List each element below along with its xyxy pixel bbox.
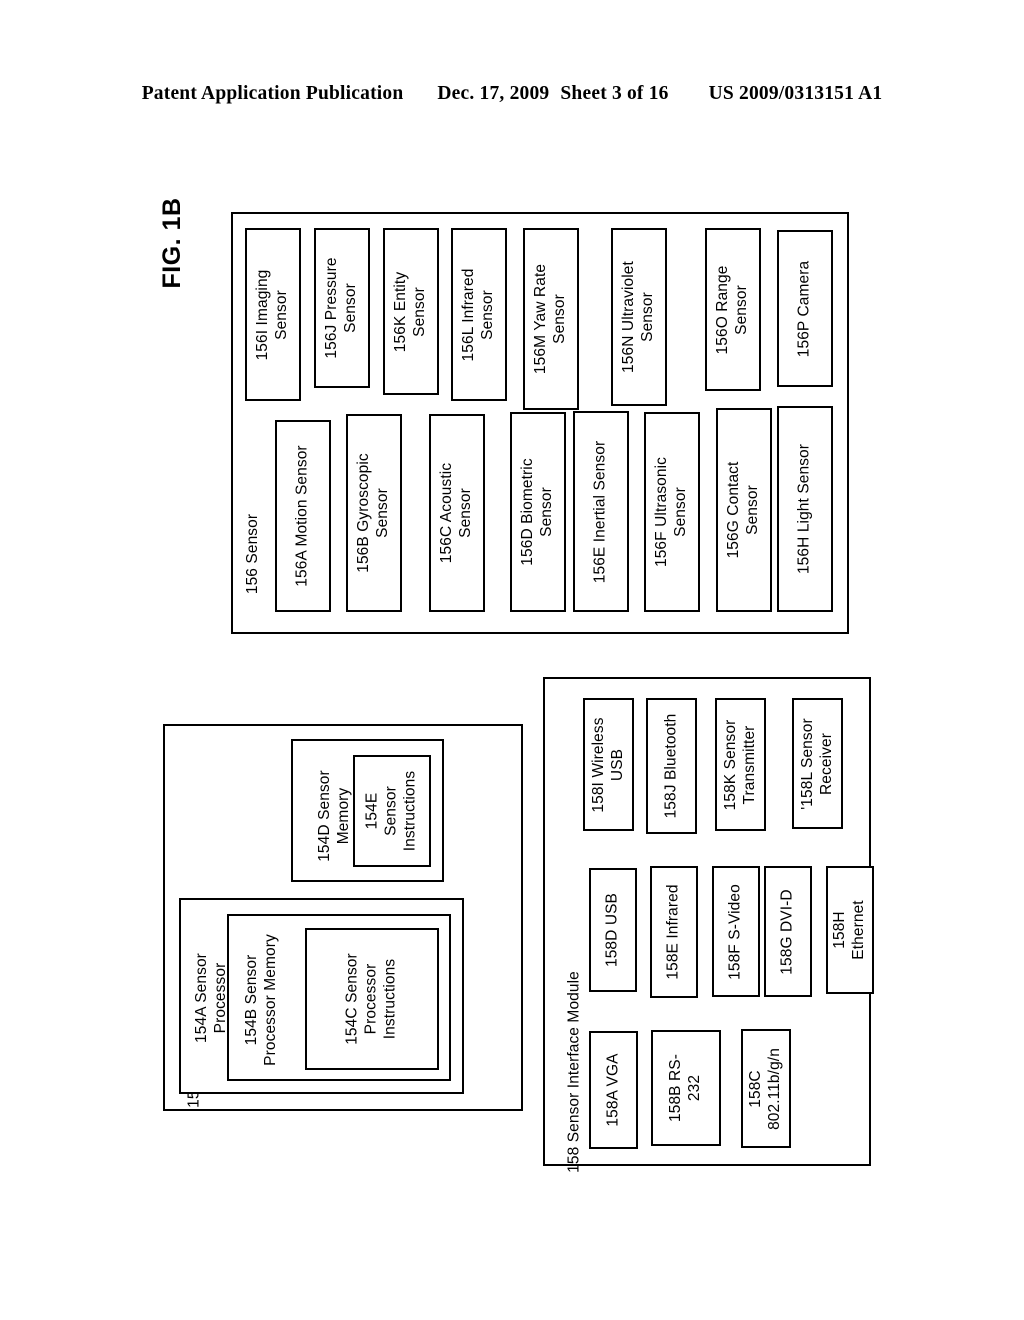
interface-box-158L: '158L Sensor Receiver — [792, 698, 843, 829]
sensor-box-156G-label: 156G Contact Sensor — [725, 461, 761, 559]
sensor-memory-box: 154D Sensor Memory 154E Sensor Instructi… — [291, 739, 444, 882]
interface-box-158D-label: 158D USB — [603, 892, 621, 968]
sensor-box-156I-label: 156I Imaging Sensor — [254, 269, 290, 360]
interface-box-158J: 158J Bluetooth — [646, 698, 697, 834]
sensor-box-156P: 156P Camera — [777, 230, 833, 387]
sensor-box-156J-label: 156J Pressure Sensor — [323, 257, 359, 359]
sensor-box-156E-label: 156E Inertial Sensor — [591, 440, 609, 583]
sensor-instructions-box: 154E Sensor Instructions — [353, 755, 431, 867]
sensor-box-156C: 156C Acoustic Sensor — [429, 414, 485, 612]
interface-box-158B: 158B RS- 232 — [651, 1030, 721, 1146]
sensor-box-156G: 156G Contact Sensor — [716, 408, 772, 612]
interface-box-158A-label: 158A VGA — [604, 1053, 622, 1127]
interface-box-158I: 158I Wireless USB — [583, 698, 634, 831]
interface-box-158J-label: 158J Bluetooth — [662, 713, 680, 819]
sensor-box-156M: 156M Yaw Rate Sensor — [523, 228, 579, 410]
sensor-box-156L: 156L Infrared Sensor — [451, 228, 507, 401]
sensor-box-156D-label: 156D Biometric Sensor — [519, 458, 555, 566]
processor-memory-label: 154B Sensor Processor Memory — [243, 934, 279, 1066]
sensor-group-title: 156 Sensor — [244, 513, 261, 595]
sensor-interface-module-container: 158 Sensor Interface Module 158I Wireles… — [543, 677, 874, 1173]
sensor-memory-label: 154D Sensor Memory — [316, 770, 352, 862]
processor-memory-box: 154B Sensor Processor Memory 154C Sensor… — [227, 914, 451, 1081]
interface-box-158G: 158G DVI-D — [764, 866, 812, 997]
sensor-processor-box: 154A Sensor Processor 154B Sensor Proces… — [179, 898, 464, 1094]
sensor-box-156P-label: 156P Camera — [795, 260, 813, 357]
sensor-box-156C-label: 156C Acoustic Sensor — [438, 462, 474, 564]
interface-box-158H: 158H Ethernet — [826, 866, 874, 994]
sensor-box-156B-label: 156B Gyroscopic Sensor — [355, 453, 391, 573]
sheet-number: Sheet 3 of 16 — [560, 83, 669, 104]
sensor-box-156O: 156O Range Sensor — [705, 228, 761, 391]
interface-box-158F-label: 158F S-Video — [726, 883, 744, 980]
sensor-box-156K-label: 156K Entity Sensor — [392, 271, 428, 352]
sensor-box-156N: 156N Ultraviolet Sensor — [611, 228, 667, 406]
interface-box-158E-label: 158E Infrared — [664, 884, 682, 980]
sensor-box-156A-label: 156A Motion Sensor — [293, 445, 311, 587]
interface-box-158I-label: 158I Wireless USB — [589, 716, 626, 813]
sensor-box-156F-label: 156F Ultrasonic Sensor — [653, 456, 689, 568]
interface-box-158K: 158K Sensor Transmitter — [715, 698, 766, 831]
sensor-box-156A: 156A Motion Sensor — [275, 420, 331, 612]
interface-box-158B-label: 158B RS- 232 — [667, 1054, 703, 1122]
sensor-box-156K: 156K Entity Sensor — [383, 228, 439, 395]
sensor-box-156F: 156F Ultrasonic Sensor — [644, 412, 700, 612]
sensor-group-container: 156 Sensor 156I Imaging Sensor 156J Pres… — [231, 212, 849, 634]
sensor-box-156D: 156D Biometric Sensor — [510, 412, 566, 612]
interface-box-158C: 158C 802.11b/g/n — [741, 1029, 791, 1148]
interface-box-158H-label: 158H Ethernet — [831, 900, 867, 960]
sensor-box-156H-label: 156H Light Sensor — [795, 443, 813, 575]
interface-box-158E: 158E Infrared — [650, 866, 698, 998]
processor-instructions-box: 154C Sensor Processor Instructions — [305, 928, 439, 1070]
sensor-box-156L-label: 156L Infrared Sensor — [460, 268, 496, 361]
patent-number: US 2009/0313151 A1 — [708, 83, 883, 104]
patent-figure-page: Patent Application Publication Dec. 17, … — [0, 0, 1024, 1320]
sensor-processor-label: 154A Sensor Processor — [193, 953, 229, 1043]
sensor-interface-module-title: 158 Sensor Interface Module — [565, 971, 583, 1173]
sensor-instructions-label: 154E Sensor Instructions — [363, 770, 419, 852]
interface-box-158G-label: 158G DVI-D — [778, 888, 796, 975]
processor-instructions-label: 154C Sensor Processor Instructions — [343, 953, 399, 1045]
interface-box-158D: 158D USB — [589, 868, 637, 992]
interface-box-158L-label: '158L Sensor Receiver — [798, 717, 835, 810]
sensor-box-156E: 156E Inertial Sensor — [573, 411, 629, 612]
sensor-control-unit-container: 154 Sensor Control Unit 154D Sensor Memo… — [163, 724, 523, 1111]
sensor-box-156I: 156I Imaging Sensor — [245, 228, 301, 401]
publication-title: Patent Application Publication — [141, 83, 404, 104]
sensor-box-156H: 156H Light Sensor — [777, 406, 833, 612]
sensor-box-156J: 156J Pressure Sensor — [314, 228, 370, 388]
interface-box-158F: 158F S-Video — [712, 866, 760, 997]
page-header: Patent Application Publication Dec. 17, … — [0, 83, 1024, 105]
interface-box-158A: 158A VGA — [589, 1031, 638, 1149]
sensor-box-156M-label: 156M Yaw Rate Sensor — [532, 263, 568, 375]
interface-box-158C-label: 158C 802.11b/g/n — [747, 1047, 783, 1130]
interface-box-158K-label: 158K Sensor Transmitter — [721, 719, 758, 810]
sensor-box-156B: 156B Gyroscopic Sensor — [346, 414, 402, 612]
sensor-box-156N-label: 156N Ultraviolet Sensor — [620, 261, 656, 373]
publication-date: Dec. 17, 2009 — [437, 83, 550, 104]
sensor-box-156O-label: 156O Range Sensor — [714, 265, 750, 354]
figure-label: FIG. 1B — [158, 197, 186, 289]
